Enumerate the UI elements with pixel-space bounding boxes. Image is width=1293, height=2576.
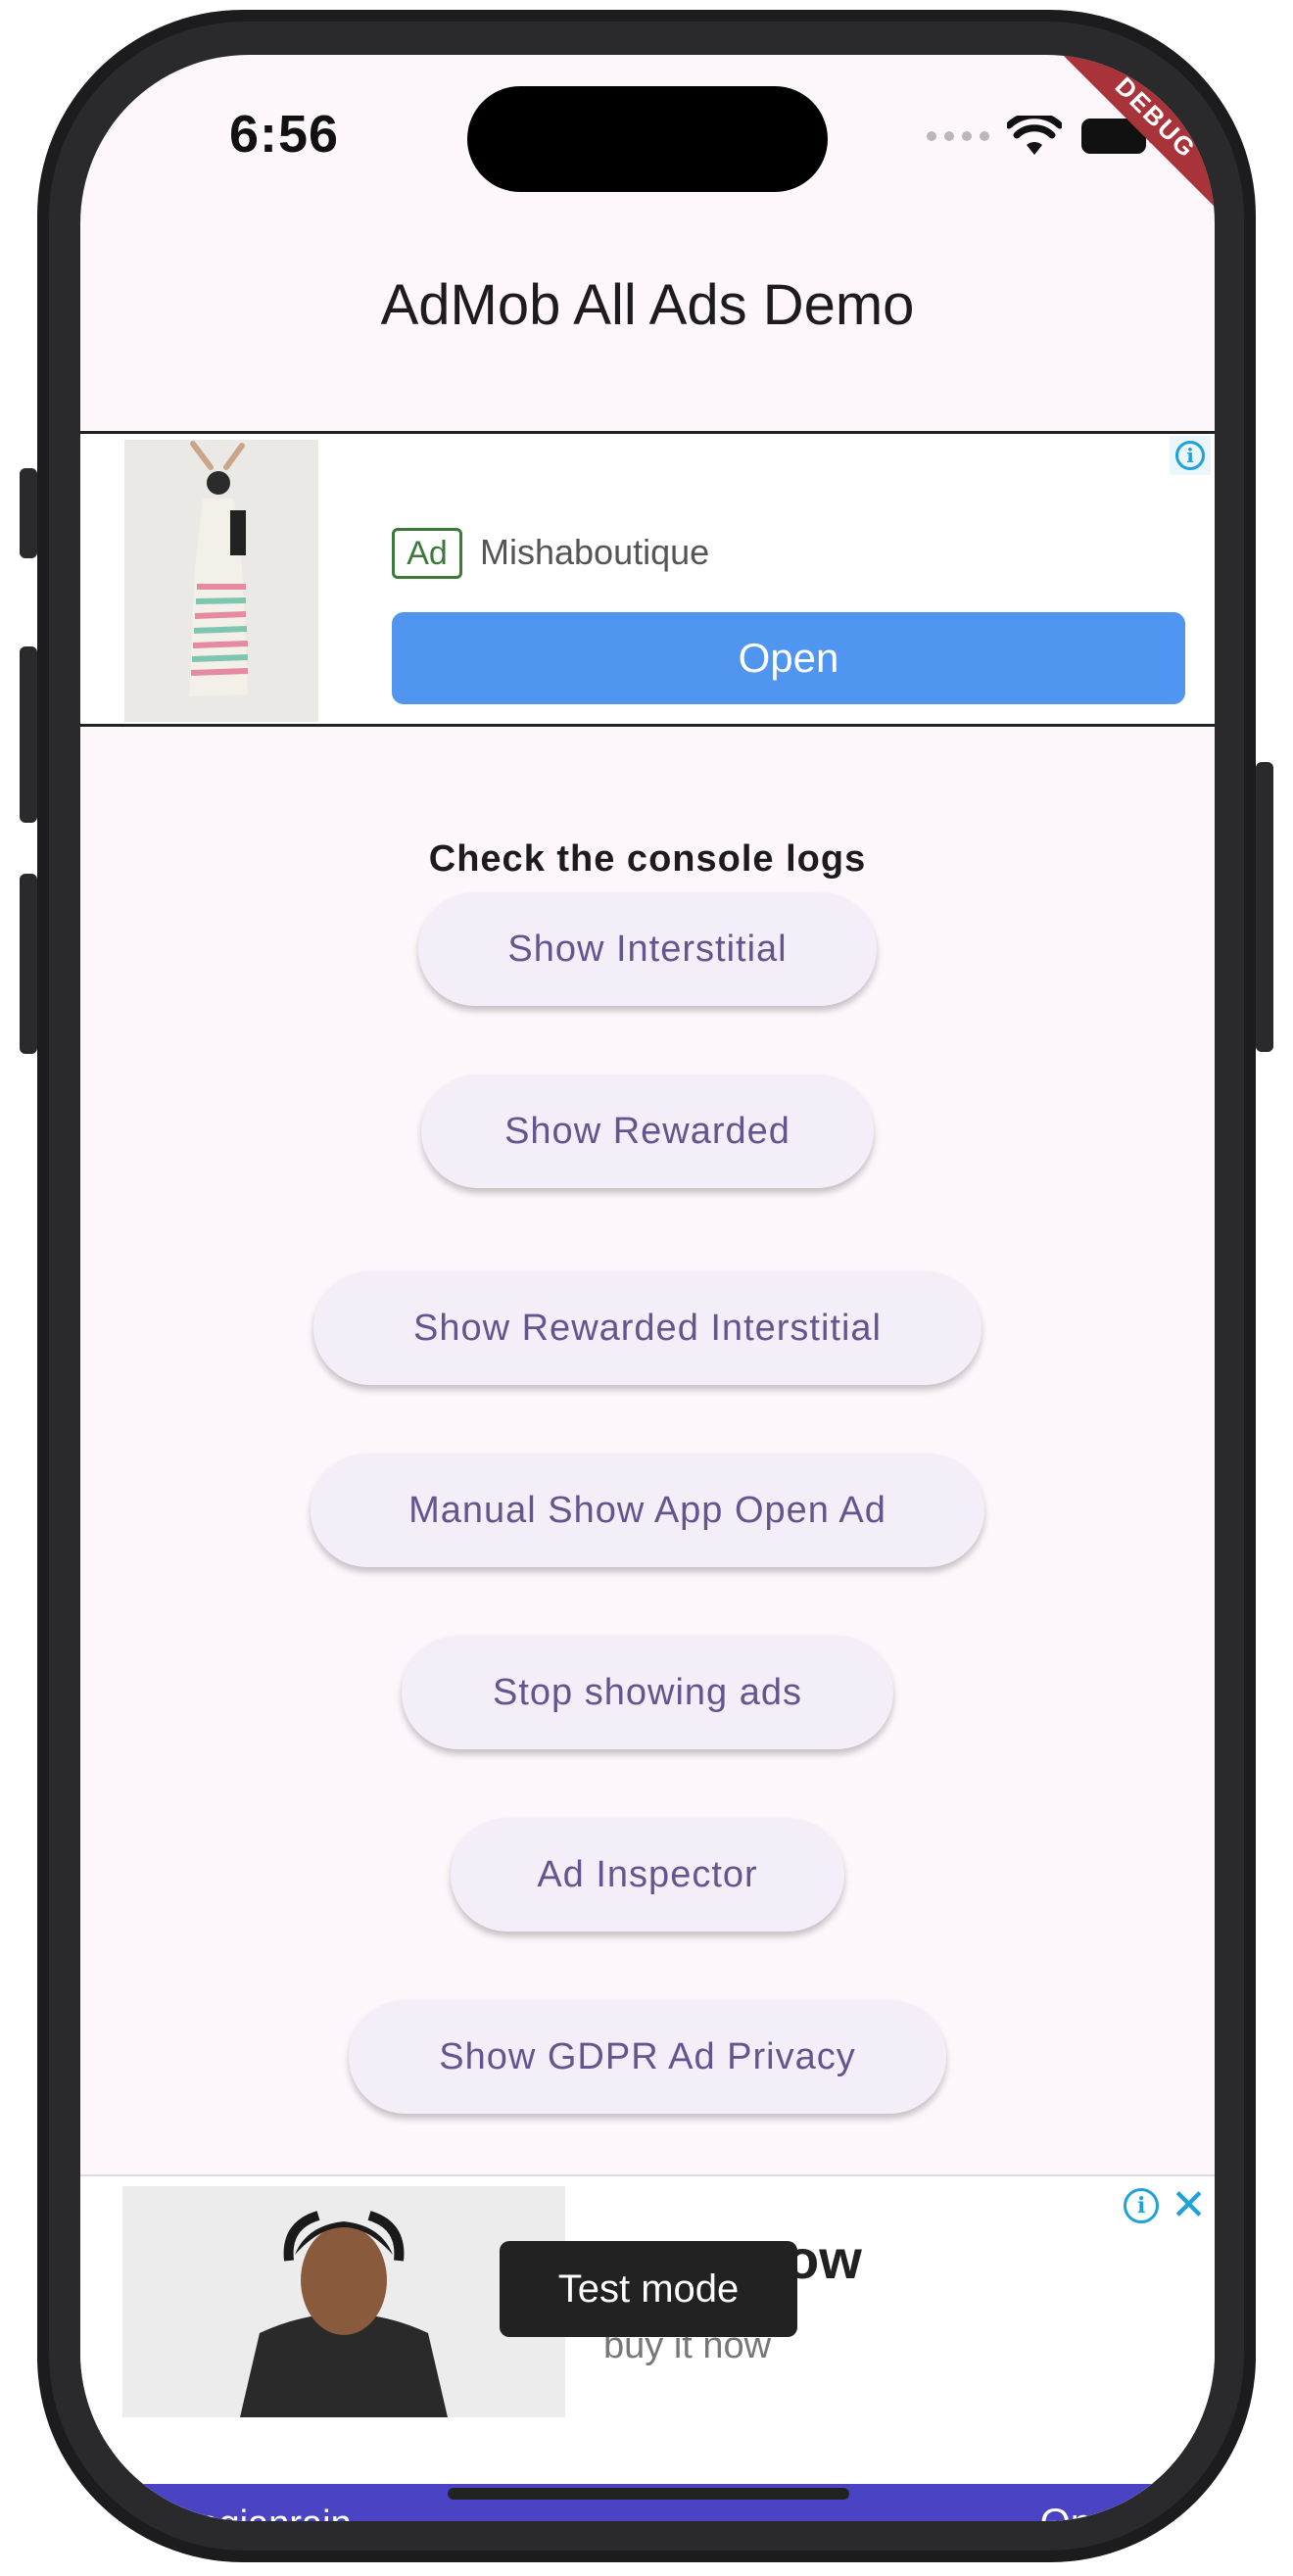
mute-switch [20,468,37,558]
volume-up-button [20,646,37,823]
signal-dots-icon [927,131,989,141]
console-logs-label: Check the console logs [428,838,867,880]
page-title: AdMob All Ads Demo [380,273,915,337]
show-gdpr-ad-privacy-button[interactable]: Show GDPR Ad Privacy [349,2000,946,2114]
show-rewarded-button[interactable]: Show Rewarded [421,1074,874,1188]
status-icons [927,116,1156,157]
dynamic-island [467,86,828,192]
volume-down-button [20,874,37,1054]
home-indicator[interactable] [448,2488,849,2500]
ad-advertiser-name: norwegianrain [118,2504,352,2521]
ad-choices-info-icon[interactable]: i [1124,2188,1160,2223]
ad-open-button[interactable]: Open [392,612,1185,704]
manual-show-app-open-ad-button[interactable]: Manual Show App Open Ad [311,1454,984,1567]
ad-inspector-button[interactable]: Ad Inspector [451,1818,844,1932]
show-interstitial-button[interactable]: Show Interstitial [418,892,877,1006]
phone-screen: 6:56 DEBUG AdMob All Ads Demo i Ad Misha… [80,55,1215,2521]
ad-open-link[interactable]: Open › [1040,2502,1160,2521]
power-button [1256,762,1273,1052]
bottom-banner-ad[interactable]: ow buy it now i ✕ [80,2174,1215,2521]
close-icon[interactable]: ✕ [1171,2184,1207,2227]
stop-showing-ads-button[interactable]: Stop showing ads [402,1636,893,1749]
ad-controls: i ✕ [1124,2184,1207,2227]
status-time: 6:56 [229,105,340,164]
top-banner-ad[interactable]: i Ad Mishaboutique Open [80,431,1215,727]
wifi-icon [1007,116,1062,155]
ad-product-image[interactable] [124,440,318,722]
ad-badge: Ad [392,528,462,579]
ad-advertiser-name: Mishaboutique [480,532,710,572]
show-rewarded-interstitial-button[interactable]: Show Rewarded Interstitial [313,1271,982,1385]
test-mode-toast: Test mode [500,2241,797,2337]
ad-choices-info-icon[interactable]: i [1170,436,1211,475]
